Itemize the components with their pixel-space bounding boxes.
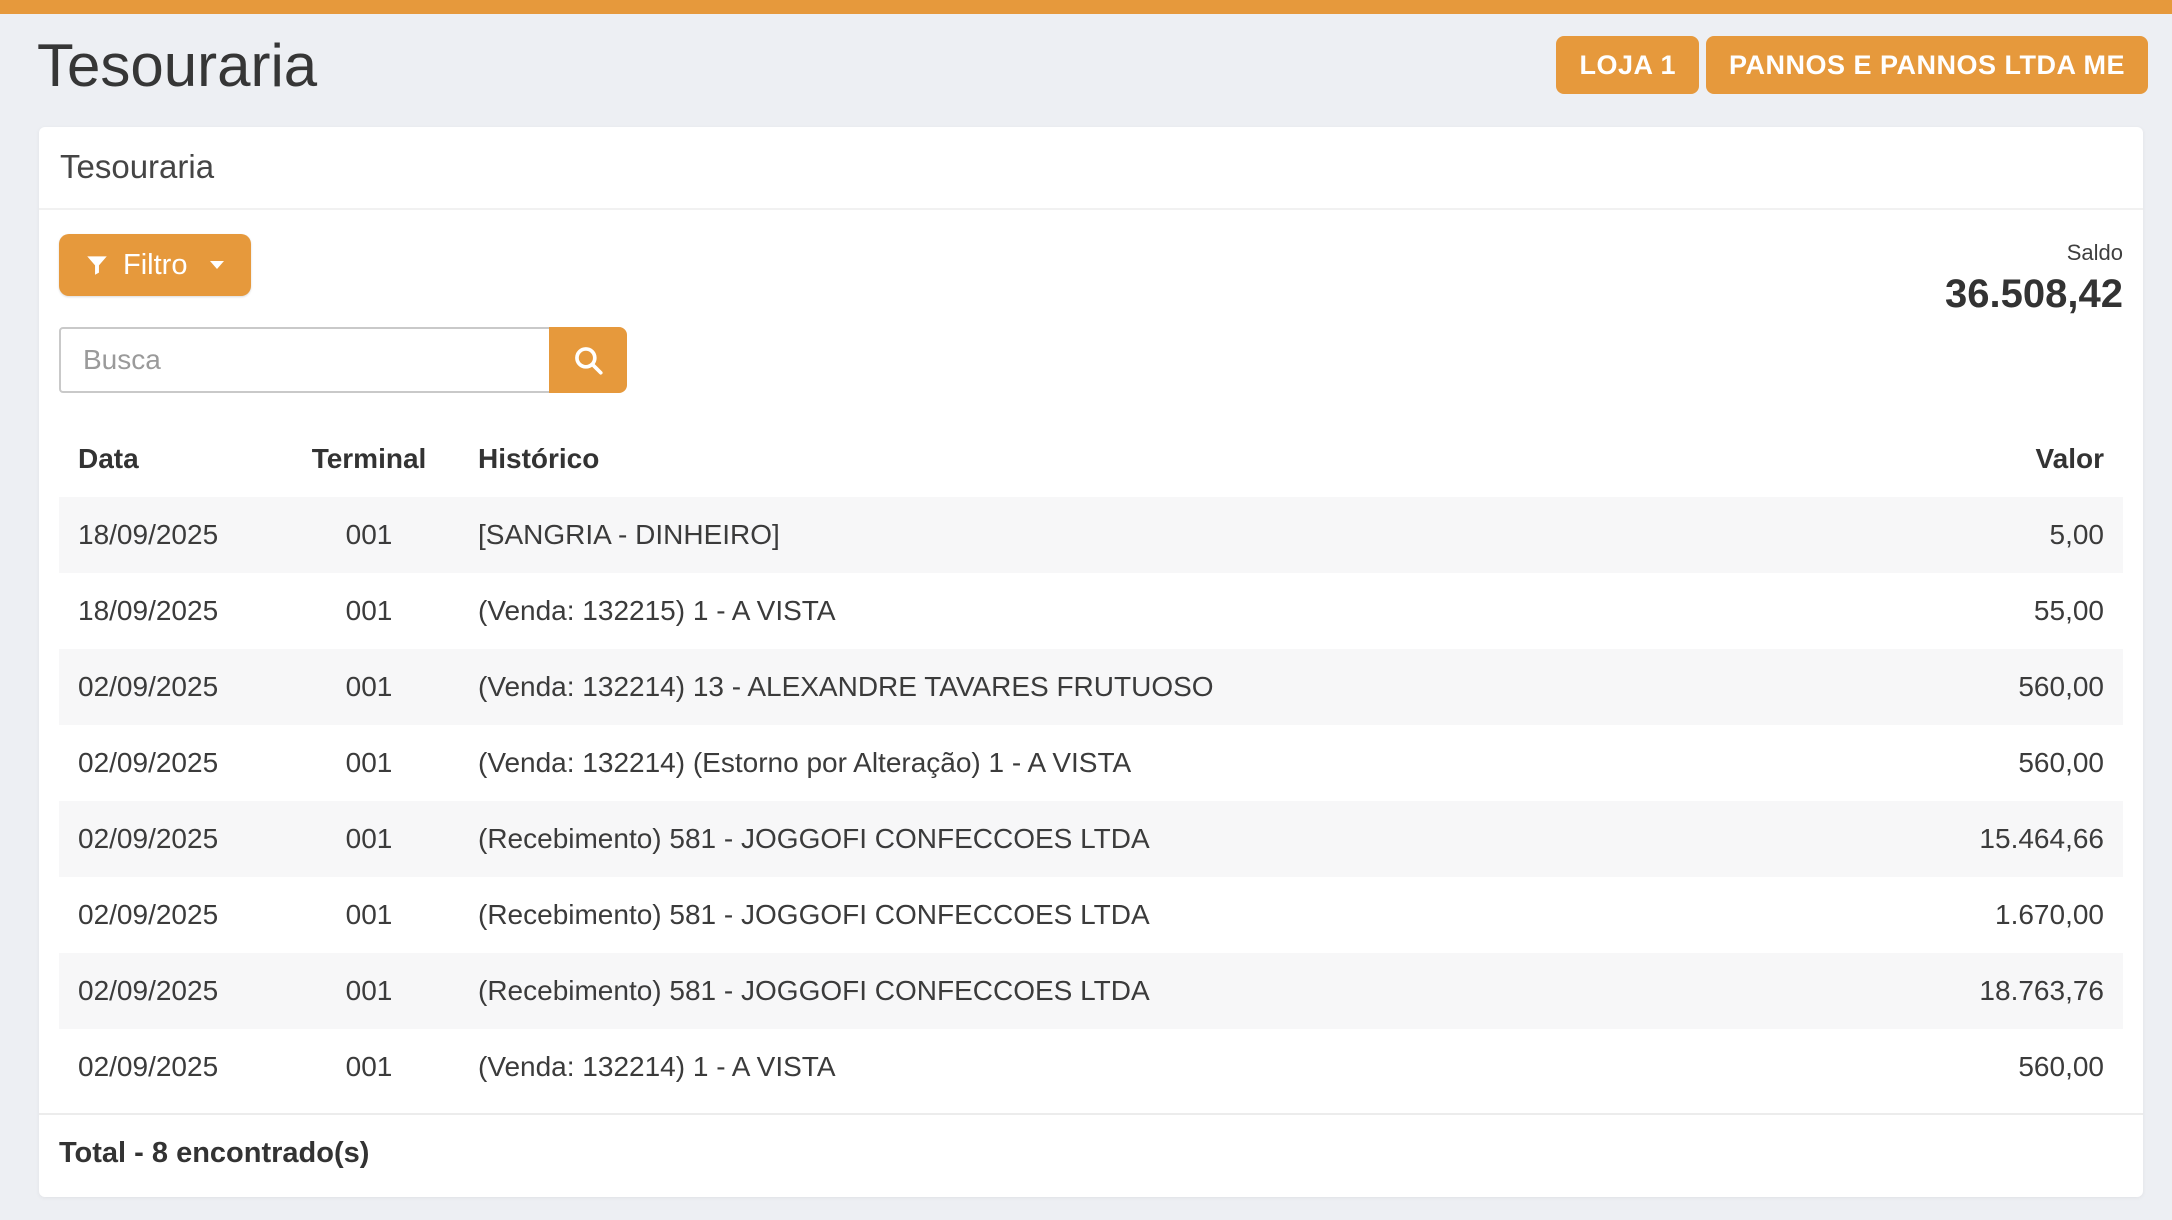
table-row: 02/09/2025 001 (Venda: 132214) 13 - ALEX… bbox=[59, 649, 2123, 725]
search-button[interactable] bbox=[549, 327, 627, 393]
cell-terminal: 001 bbox=[279, 953, 459, 1029]
search-row bbox=[59, 327, 2123, 393]
cell-data: 02/09/2025 bbox=[59, 725, 279, 801]
cell-historico: (Recebimento) 581 - JOGGOFI CONFECCOES L… bbox=[459, 953, 1823, 1029]
cell-data: 02/09/2025 bbox=[59, 877, 279, 953]
cell-valor: 55,00 bbox=[1823, 573, 2123, 649]
card-body: Filtro Saldo 36.508,42 bbox=[39, 210, 2143, 1113]
column-header-terminal: Terminal bbox=[279, 433, 459, 497]
store-button[interactable]: LOJA 1 bbox=[1556, 36, 1699, 94]
cell-data: 02/09/2025 bbox=[59, 1029, 279, 1105]
cell-data: 02/09/2025 bbox=[59, 801, 279, 877]
cell-terminal: 001 bbox=[279, 649, 459, 725]
cell-data: 02/09/2025 bbox=[59, 649, 279, 725]
filter-icon bbox=[84, 252, 110, 278]
filter-button-label: Filtro bbox=[123, 249, 187, 282]
transactions-table: Data Terminal Histórico Valor 18/09/2025… bbox=[59, 433, 2123, 1105]
saldo-value: 36.508,42 bbox=[1945, 272, 2123, 317]
top-accent-bar bbox=[0, 0, 2172, 14]
column-header-valor: Valor bbox=[1823, 433, 2123, 497]
header-buttons: LOJA 1 PANNOS E PANNOS LTDA ME bbox=[1556, 36, 2148, 94]
table-body: 18/09/2025 001 [SANGRIA - DINHEIRO] 5,00… bbox=[59, 497, 2123, 1105]
search-icon bbox=[571, 343, 605, 377]
cell-terminal: 001 bbox=[279, 725, 459, 801]
cell-data: 18/09/2025 bbox=[59, 497, 279, 573]
table-row: 02/09/2025 001 (Venda: 132214) 1 - A VIS… bbox=[59, 1029, 2123, 1105]
total-summary: Total - 8 encontrado(s) bbox=[39, 1113, 2143, 1197]
cell-valor: 5,00 bbox=[1823, 497, 2123, 573]
table-row: 02/09/2025 001 (Recebimento) 581 - JOGGO… bbox=[59, 953, 2123, 1029]
cell-historico: (Venda: 132214) 13 - ALEXANDRE TAVARES F… bbox=[459, 649, 1823, 725]
page-header: Tesouraria LOJA 1 PANNOS E PANNOS LTDA M… bbox=[0, 14, 2172, 104]
cell-terminal: 001 bbox=[279, 573, 459, 649]
cell-historico: (Recebimento) 581 - JOGGOFI CONFECCOES L… bbox=[459, 801, 1823, 877]
saldo-label: Saldo bbox=[1945, 240, 2123, 266]
table-row: 02/09/2025 001 (Recebimento) 581 - JOGGO… bbox=[59, 877, 2123, 953]
card-title: Tesouraria bbox=[39, 127, 2143, 210]
cell-historico: [SANGRIA - DINHEIRO] bbox=[459, 497, 1823, 573]
table-row: 02/09/2025 001 (Venda: 132214) (Estorno … bbox=[59, 725, 2123, 801]
table-header-row: Data Terminal Histórico Valor bbox=[59, 433, 2123, 497]
column-header-data: Data bbox=[59, 433, 279, 497]
column-header-historico: Histórico bbox=[459, 433, 1823, 497]
caret-down-icon bbox=[208, 259, 226, 271]
cell-terminal: 001 bbox=[279, 1029, 459, 1105]
filter-button[interactable]: Filtro bbox=[59, 234, 251, 296]
cell-valor: 560,00 bbox=[1823, 649, 2123, 725]
cell-valor: 15.464,66 bbox=[1823, 801, 2123, 877]
table-row: 18/09/2025 001 [SANGRIA - DINHEIRO] 5,00 bbox=[59, 497, 2123, 573]
cell-valor: 560,00 bbox=[1823, 725, 2123, 801]
cell-historico: (Recebimento) 581 - JOGGOFI CONFECCOES L… bbox=[459, 877, 1823, 953]
cell-valor: 1.670,00 bbox=[1823, 877, 2123, 953]
cell-data: 02/09/2025 bbox=[59, 953, 279, 1029]
cell-valor: 18.763,76 bbox=[1823, 953, 2123, 1029]
cell-valor: 560,00 bbox=[1823, 1029, 2123, 1105]
cell-terminal: 001 bbox=[279, 497, 459, 573]
cell-historico: (Venda: 132215) 1 - A VISTA bbox=[459, 573, 1823, 649]
cell-historico: (Venda: 132214) 1 - A VISTA bbox=[459, 1029, 1823, 1105]
table-row: 18/09/2025 001 (Venda: 132215) 1 - A VIS… bbox=[59, 573, 2123, 649]
tesouraria-card: Tesouraria Filtro Saldo 36.508,42 bbox=[39, 127, 2143, 1197]
cell-historico: (Venda: 132214) (Estorno por Alteração) … bbox=[459, 725, 1823, 801]
cell-terminal: 001 bbox=[279, 877, 459, 953]
company-button[interactable]: PANNOS E PANNOS LTDA ME bbox=[1706, 36, 2148, 94]
saldo-block: Saldo 36.508,42 bbox=[1945, 234, 2123, 317]
cell-data: 18/09/2025 bbox=[59, 573, 279, 649]
toolbar: Filtro Saldo 36.508,42 bbox=[59, 234, 2123, 317]
table-row: 02/09/2025 001 (Recebimento) 581 - JOGGO… bbox=[59, 801, 2123, 877]
cell-terminal: 001 bbox=[279, 801, 459, 877]
page-title: Tesouraria bbox=[37, 28, 317, 104]
search-input[interactable] bbox=[59, 327, 551, 393]
